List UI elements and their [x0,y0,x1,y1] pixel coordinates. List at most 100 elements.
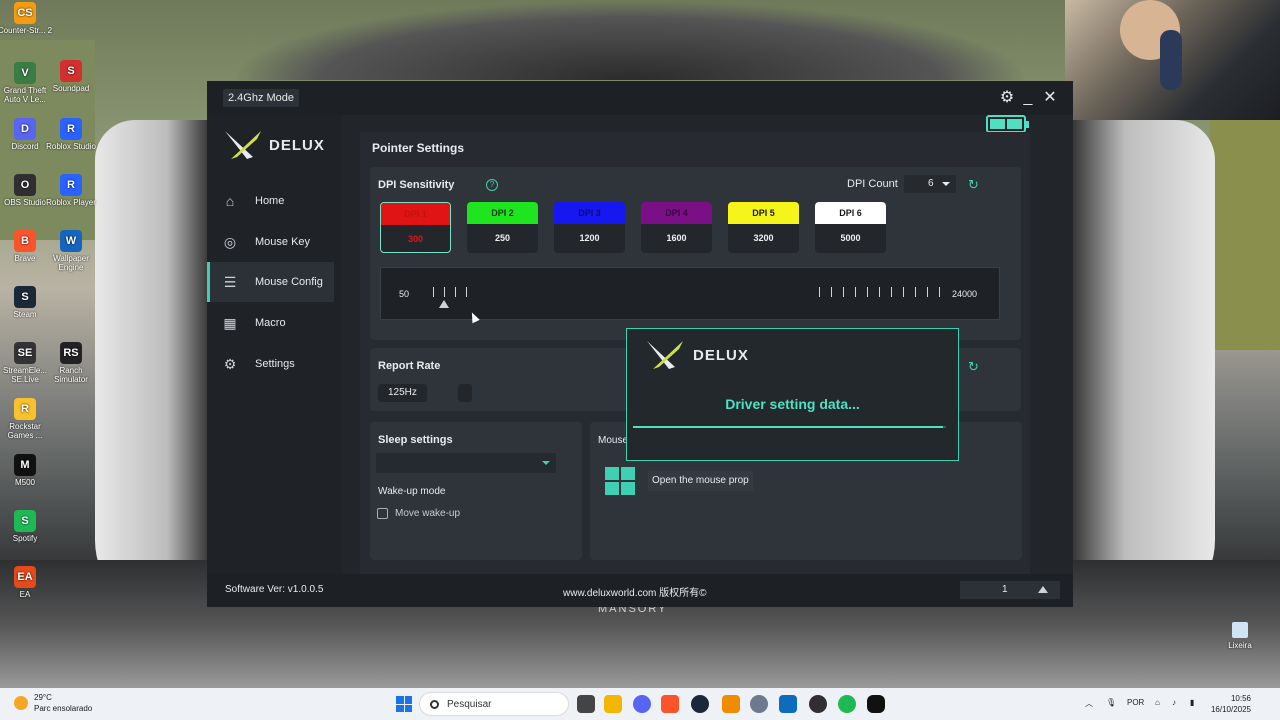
desktop-icon-label: Wallpaper Engine [53,254,89,272]
desktop-icon[interactable]: S Soundpad [42,60,100,93]
desktop-icon[interactable]: M M500 [0,454,54,487]
dpi-slider-thumb[interactable] [439,300,449,308]
desktop-icon[interactable]: R Rockstar Games ... [0,398,54,440]
settings-icon: ⚙ [223,355,237,372]
app-icon: R [60,174,82,196]
desktop-icon[interactable]: EA EA [0,566,54,599]
clock-date: 16/10/2025 [1210,705,1251,714]
chevron-up-icon[interactable]: ︿ [1085,698,1093,709]
file-explorer-icon[interactable] [604,695,622,713]
app-icon[interactable] [722,695,740,713]
desktop-icon-label: Steam [13,310,37,319]
refresh-icon[interactable]: ↻ [968,359,979,375]
obs-icon[interactable] [809,695,827,713]
dpi-stage-label: DPI 5 [728,202,799,224]
dpi-stage-label: DPI 1 [381,203,450,225]
report-rate-option[interactable]: 125Hz [378,384,427,402]
weather-temp: 29°C [34,693,52,702]
minimize-icon[interactable]: _ [1018,88,1038,108]
settings-gear-icon[interactable] [750,695,768,713]
dpi-stage-card[interactable]: DPI 5 3200 [728,202,799,253]
open-mouse-properties-button[interactable]: Open the mouse prop [648,471,753,491]
wake-mode-title: Wake-up mode [378,486,446,497]
microphone-icon[interactable]: 🎙 [1106,698,1116,707]
home-icon: ⌂ [225,193,235,209]
weather-widget[interactable]: 29°C Parc ensolarado [14,692,92,714]
app-icon: CS [14,2,36,24]
brave-icon[interactable] [661,695,679,713]
desktop-icon[interactable]: R Roblox Studio [42,118,100,151]
move-wake-checkbox[interactable] [377,508,388,519]
sleep-panel: Sleep settings Wake-up mode Move wake-up [370,422,582,560]
wallpaper-engine-icon[interactable] [779,695,797,713]
dpi-stage-card[interactable]: DPI 4 1600 [641,202,712,253]
sleep-time-select[interactable] [376,453,556,473]
dialog-logo-text: DELUX [693,347,749,364]
dpi-title: DPI Sensitivity [378,179,455,191]
spotify-icon[interactable] [838,695,856,713]
chevron-up-icon[interactable] [1038,586,1048,593]
language-indicator[interactable]: POR [1127,698,1144,707]
steam-icon[interactable] [691,695,709,713]
start-button[interactable] [396,696,412,712]
report-rate-option-2[interactable] [458,384,472,402]
desktop-icon[interactable]: CS Counter-Str... 2 [0,2,54,35]
desktop-icon-label: Roblox Player [46,198,96,207]
chevron-down-icon [942,182,950,186]
delux-x-icon [225,131,261,159]
sun-icon [14,696,28,710]
taskbar: 29°C Parc ensolarado Pesquisar ︿ 🎙 POR ⌂… [0,688,1280,720]
dpi-stage-card[interactable]: DPI 1 300 [380,202,451,253]
dpi-stage-card[interactable]: DPI 6 5000 [815,202,886,253]
sidebar-item-macro[interactable]: ▦ Macro [207,303,334,343]
sidebar-item-settings[interactable]: ⚙ Settings [207,344,334,384]
software-version: Software Ver: v1.0.0.5 [225,584,324,595]
desktop-icon-label: Soundpad [52,84,90,93]
profile-selector[interactable]: 1 [960,581,1060,599]
delux-app-window: 2.4Ghz Mode ⚙ _ ✕ DELUX ⌂ Home ◎ Mouse Key ☰… [207,81,1073,607]
dpi-count-select[interactable]: 6 [904,175,956,193]
wallpaper-road [230,0,1030,80]
website-link[interactable]: www.deluxworld.com 版权所有© [563,584,707,599]
sliders-icon: ☰ [223,273,237,290]
dpi-stage-card[interactable]: DPI 3 1200 [554,202,625,253]
wallpaper-grass-right [1210,110,1280,350]
connection-mode-badge: 2.4Ghz Mode [223,89,300,107]
network-icon[interactable]: ⌂ [1155,698,1160,707]
dpi-stage-card[interactable]: DPI 2 250 [467,202,538,253]
sidebar-item-mouse-config[interactable]: ☰ Mouse Config [207,262,334,302]
desktop-icon[interactable]: S Spotify [0,510,54,543]
help-icon[interactable]: ? [486,179,498,191]
dpi-stage-value: 250 [494,233,511,243]
app-icon: W [60,230,82,252]
sidebar-item-mouse-key[interactable]: ◎ Mouse Key [207,222,334,262]
delux-x-icon [647,341,683,369]
title-bar[interactable]: 2.4Ghz Mode ⚙ _ ✕ [207,81,1073,115]
keyboard-icon: ▦ [223,314,237,331]
volume-icon[interactable]: ♪ [1172,698,1176,707]
dpi-count-value: 6 [928,178,934,189]
desktop-icon[interactable]: S Steam [0,286,54,319]
dialog-message: Driver setting data... [725,396,860,412]
desktop-icon[interactable]: RS Ranch Simulator [42,342,100,384]
dpi-slider-max: 24000 [951,289,977,299]
delux-mouse-icon[interactable] [867,695,885,713]
sidebar-item-home[interactable]: ⌂ Home [207,181,334,221]
refresh-icon[interactable]: ↻ [968,177,979,193]
app-icon: R [14,398,36,420]
clock[interactable]: 10:56 16/10/2025 [1207,693,1251,715]
taskbar-search[interactable]: Pesquisar [419,692,569,716]
discord-icon[interactable] [633,695,651,713]
gear-icon[interactable]: ⚙ [997,88,1017,108]
close-icon[interactable]: ✕ [1040,88,1060,108]
app-footer: Software Ver: v1.0.0.5 www.deluxworld.co… [207,574,1073,607]
recycle-bin[interactable]: Lixeira [1225,622,1255,650]
dpi-stage-label: DPI 3 [554,202,625,224]
task-view-icon[interactable] [577,695,595,713]
desktop-icon-label: Roblox Studio [46,142,96,151]
battery-tray-icon[interactable]: ▮ [1190,698,1194,707]
windows-logo-icon [605,467,635,495]
search-icon [430,699,439,709]
desktop-icon[interactable]: W Wallpaper Engine [42,230,100,272]
desktop-icon[interactable]: R Roblox Player [42,174,100,207]
